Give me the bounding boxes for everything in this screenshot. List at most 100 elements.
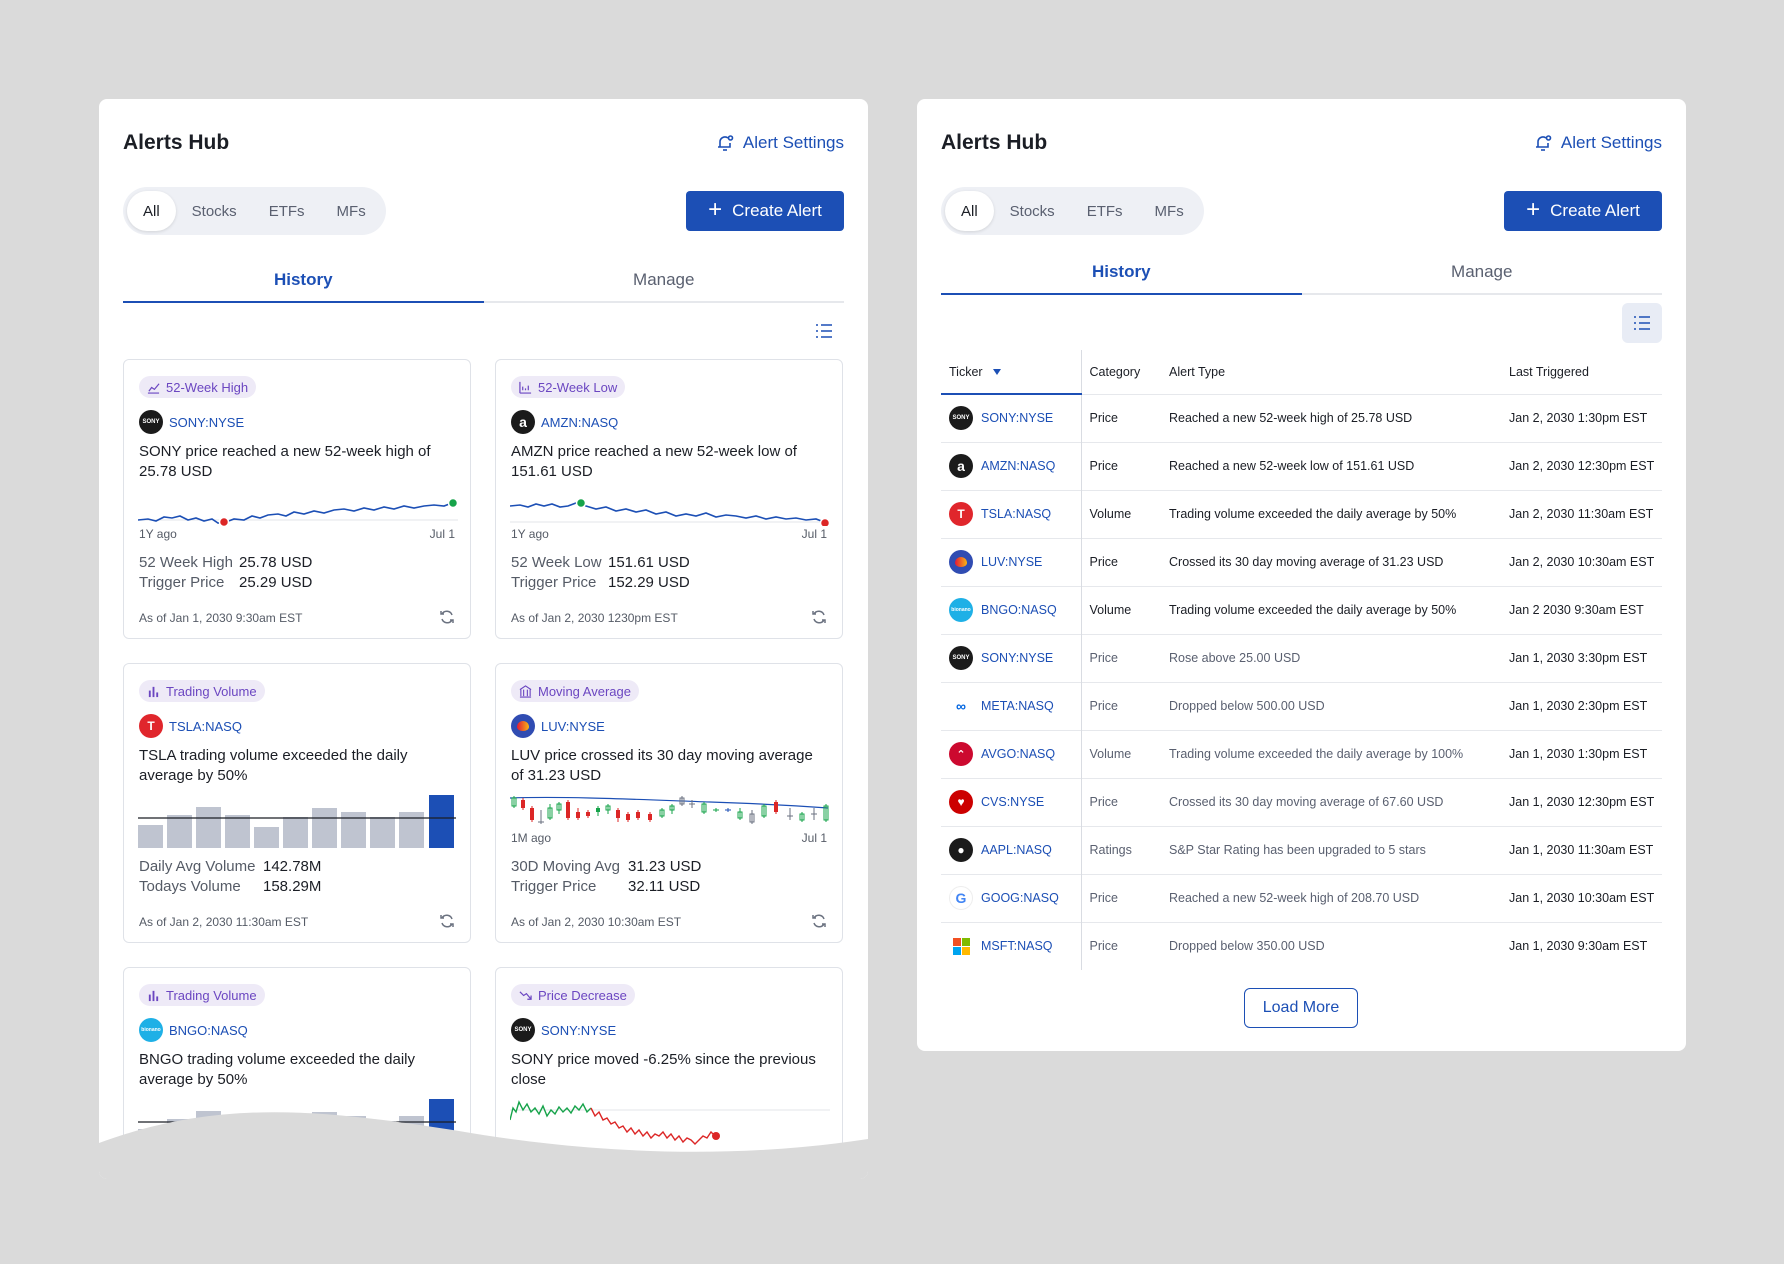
category-cell: Price [1081,537,1161,586]
table-row[interactable]: ● AAPL:NASQ Ratings S&P Star Rating has b… [941,825,1662,874]
create-alert-label: Create Alert [1550,201,1640,220]
table-row[interactable]: SONY SONY:NYSE Price Rose above 25.00 USD… [941,633,1662,682]
plus-icon: + [1526,196,1541,223]
column-alert-type[interactable]: Alert Type [1161,350,1501,394]
category-cell: Price [1081,873,1161,922]
table-row[interactable]: ∞ META:NASQ Price Dropped below 500.00 US… [941,681,1662,730]
ticker-cell[interactable]: SONY SONY:NYSE [941,633,1082,682]
last-triggered-cell: Jan 2, 2030 1:30pm EST [1501,393,1662,442]
last-triggered-cell: Jan 2, 2030 12:30pm EST [1501,441,1662,490]
sony-logo: SONY [949,406,973,431]
table-row[interactable]: ♥ CVS:NYSE Price Crossed its 30 day movin… [941,777,1662,826]
bionano-logo: bionano [949,598,973,622]
filter-mfs[interactable]: MFs [1139,191,1200,231]
column-ticker[interactable]: Ticker [941,350,1082,395]
alert-type-cell: Trading volume exceeded the daily averag… [1161,489,1501,538]
ticker-label: BNGO:NASQ [981,603,1057,617]
last-triggered-cell: Jan 1, 2030 11:30am EST [1501,825,1662,874]
table-row[interactable]: a AMZN:NASQ Price Reached a new 52-week l… [941,441,1662,490]
broadcom-logo: ⌃ [949,742,973,766]
table-row[interactable]: bionano BNGO:NASQ Volume Trading volume e… [941,585,1662,634]
alert-settings-button[interactable]: Alert Settings [1533,133,1662,153]
ticker-label: SONY:NYSE [981,651,1054,665]
view-tabs: History Manage [941,251,1662,295]
amazon-logo: a [949,454,973,478]
ticker-label: GOOG:NASQ [981,891,1059,905]
list-icon [1634,316,1650,330]
ticker-cell[interactable]: a AMZN:NASQ [941,441,1082,490]
alert-type-cell: Crossed its 30 day moving average of 31.… [1161,537,1501,586]
ticker-cell[interactable]: LUV:NYSE [941,537,1082,586]
page-title: Alerts Hub [941,131,1048,154]
ticker-label: CVS:NYSE [981,795,1045,809]
alert-type-cell: Trading volume exceeded the daily averag… [1161,729,1501,778]
column-category[interactable]: Category [1081,350,1161,394]
ticker-cell[interactable]: G GOOG:NASQ [941,873,1082,922]
category-cell: Price [1081,633,1161,682]
alerts-hub-card-view: Alerts Hub Alert Settings All Stocks ETF… [99,99,868,1179]
southwest-logo [949,550,973,574]
alert-type-cell: Crossed its 30 day moving average of 67.… [1161,777,1501,826]
category-cell: Price [1081,393,1161,442]
filter-etfs[interactable]: ETFs [1071,191,1139,231]
sony-logo: SONY [949,646,973,670]
alert-type-cell: Dropped below 500.00 USD [1161,681,1501,730]
table-header-row: Ticker Category Alert Type Last Triggere… [941,350,1662,395]
last-triggered-cell: Jan 2, 2030 11:30am EST [1501,489,1662,538]
category-cell: Volume [1081,489,1161,538]
ticker-cell[interactable]: ● AAPL:NASQ [941,825,1082,874]
ticker-cell[interactable]: T TSLA:NASQ [941,489,1082,538]
table-row[interactable]: T TSLA:NASQ Volume Trading volume exceede… [941,489,1662,538]
tab-manage[interactable]: Manage [1302,251,1663,293]
ticker-cell[interactable]: bionano BNGO:NASQ [941,585,1082,634]
alert-settings-label: Alert Settings [1560,133,1662,152]
alert-type-cell: Reached a new 52-week high of 208.70 USD [1161,873,1501,922]
fade-wave [99,1112,868,1179]
create-alert-button[interactable]: + Create Alert [1504,191,1662,231]
header: Alerts Hub Alert Settings [941,129,1662,157]
column-label: Ticker [949,364,983,379]
ticker-label: AAPL:NASQ [981,843,1052,857]
filter-stocks[interactable]: Stocks [994,191,1071,231]
bell-settings-icon [1535,135,1552,151]
last-triggered-cell: Jan 2 2030 9:30am EST [1501,585,1662,634]
ticker-label: MSFT:NASQ [981,939,1053,954]
ticker-label: TSLA:NASQ [981,507,1052,521]
sort-desc-icon [992,369,1001,376]
filter-all[interactable]: All [945,191,994,231]
category-cell: Price [1081,921,1161,970]
ticker-label: AMZN:NASQ [981,459,1056,473]
table-row[interactable]: MSFT:NASQ Price Dropped below 350.00 USD… [941,921,1662,970]
ticker-cell[interactable]: ∞ META:NASQ [941,681,1082,730]
meta-logo: ∞ [949,694,973,718]
cvs-logo: ♥ [949,790,973,814]
ticker-label: SONY:NYSE [981,411,1054,426]
alert-type-cell: Rose above 25.00 USD [1161,633,1501,682]
alert-type-cell: Dropped below 350.00 USD [1161,921,1501,970]
ticker-cell[interactable]: MSFT:NASQ [941,921,1082,970]
list-view-toggle[interactable] [1622,303,1662,343]
last-triggered-cell: Jan 1, 2030 3:30pm EST [1501,633,1662,682]
asset-filter: All Stocks ETFs MFs [941,187,1204,235]
table-row[interactable]: LUV:NYSE Price Crossed its 30 day moving… [941,537,1662,586]
category-cell: Price [1081,777,1161,826]
ticker-cell[interactable]: SONY SONY:NYSE [941,393,1082,442]
category-cell: Price [1081,441,1161,490]
ticker-cell[interactable]: ⌃ AVGO:NASQ [941,729,1082,778]
last-triggered-cell: Jan 1, 2030 9:30am EST [1501,921,1662,970]
category-cell: Volume [1081,585,1161,634]
ticker-label: LUV:NYSE [981,555,1043,569]
table-row[interactable]: ⌃ AVGO:NASQ Volume Trading volume exceede… [941,729,1662,778]
table-row[interactable]: SONY SONY:NYSE Price Reached a new 52-wee… [941,393,1662,442]
category-cell: Price [1081,681,1161,730]
google-logo: G [949,886,973,910]
table-row[interactable]: G GOOG:NASQ Price Reached a new 52-week h… [941,873,1662,922]
column-last-triggered[interactable]: Last Triggered [1501,350,1662,394]
ticker-label: META:NASQ [981,699,1054,713]
tab-history[interactable]: History [941,251,1302,295]
last-triggered-cell: Jan 2, 2030 10:30am EST [1501,537,1662,586]
alert-type-cell: Reached a new 52-week high of 25.78 USD [1161,393,1501,442]
ticker-cell[interactable]: ♥ CVS:NYSE [941,777,1082,826]
load-more-button[interactable]: Load More [1244,988,1358,1028]
ticker-label: AVGO:NASQ [981,747,1056,761]
